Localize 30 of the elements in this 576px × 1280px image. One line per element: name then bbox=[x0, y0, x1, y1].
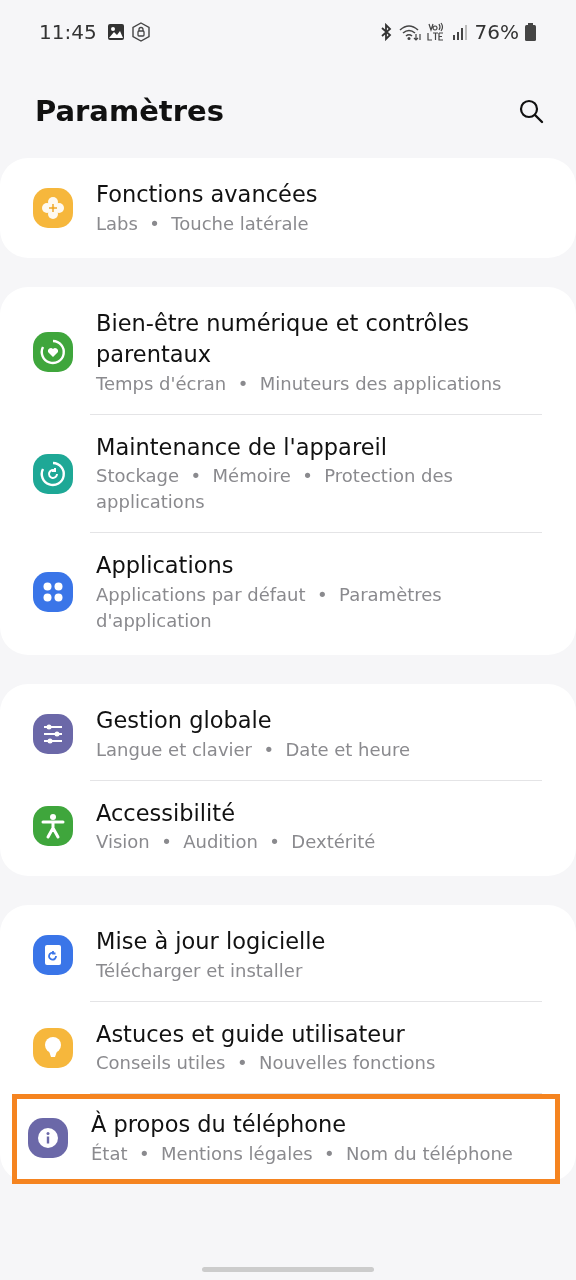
battery-icon bbox=[525, 23, 536, 41]
battery-level: 76% bbox=[474, 20, 519, 44]
status-time: 11:45 bbox=[39, 20, 97, 44]
item-title: Bien-être numérique et contrôles parentaux bbox=[96, 308, 471, 370]
item-title: Applications bbox=[96, 551, 235, 581]
item-subtitle: Labs • Touche latérale bbox=[96, 211, 310, 236]
volte-icon bbox=[426, 22, 445, 42]
item-title: Gestion globale bbox=[96, 706, 273, 736]
item-subtitle: Temps d'écran • Minuteurs des applications bbox=[96, 371, 503, 396]
page-title: Paramètres bbox=[35, 94, 224, 128]
item-title: Accessibilité bbox=[96, 798, 236, 828]
signal-icon bbox=[450, 23, 469, 41]
item-subtitle: État • Mentions légales • Nom du téléphone bbox=[91, 1141, 513, 1166]
item-subtitle: Applications par défaut • Paramètres d'application bbox=[96, 582, 443, 633]
item-subtitle: Langue et clavier • Date et heure bbox=[96, 737, 411, 762]
item-subtitle: Stockage • Mémoire • Protection des applications bbox=[96, 464, 454, 515]
settings-item[interactable]: À propos du téléphone État • Mentions légales • Nom du téléphone bbox=[12, 1094, 560, 1185]
item-subtitle: Vision • Audition • Dextérité bbox=[96, 830, 376, 855]
settings-item[interactable]: Fonctions avancées Labs • Touche latérale bbox=[0, 157, 576, 259]
search-icon[interactable] bbox=[518, 98, 544, 124]
item-subtitle: Conseils utiles • Nouvelles fonctions bbox=[96, 1051, 436, 1076]
item-title: Mise à jour logicielle bbox=[96, 927, 326, 957]
item-title: Fonctions avancées bbox=[96, 180, 318, 209]
image-icon bbox=[106, 23, 125, 41]
item-title: À propos du téléphone bbox=[91, 1109, 348, 1140]
item-title: Maintenance de l'appareil bbox=[96, 432, 388, 462]
wifi-icon bbox=[398, 23, 421, 41]
lock-icon bbox=[130, 22, 151, 42]
item-title: Astuces et guide utilisateur bbox=[96, 1019, 406, 1049]
item-subtitle: Télécharger et installer bbox=[96, 958, 304, 983]
